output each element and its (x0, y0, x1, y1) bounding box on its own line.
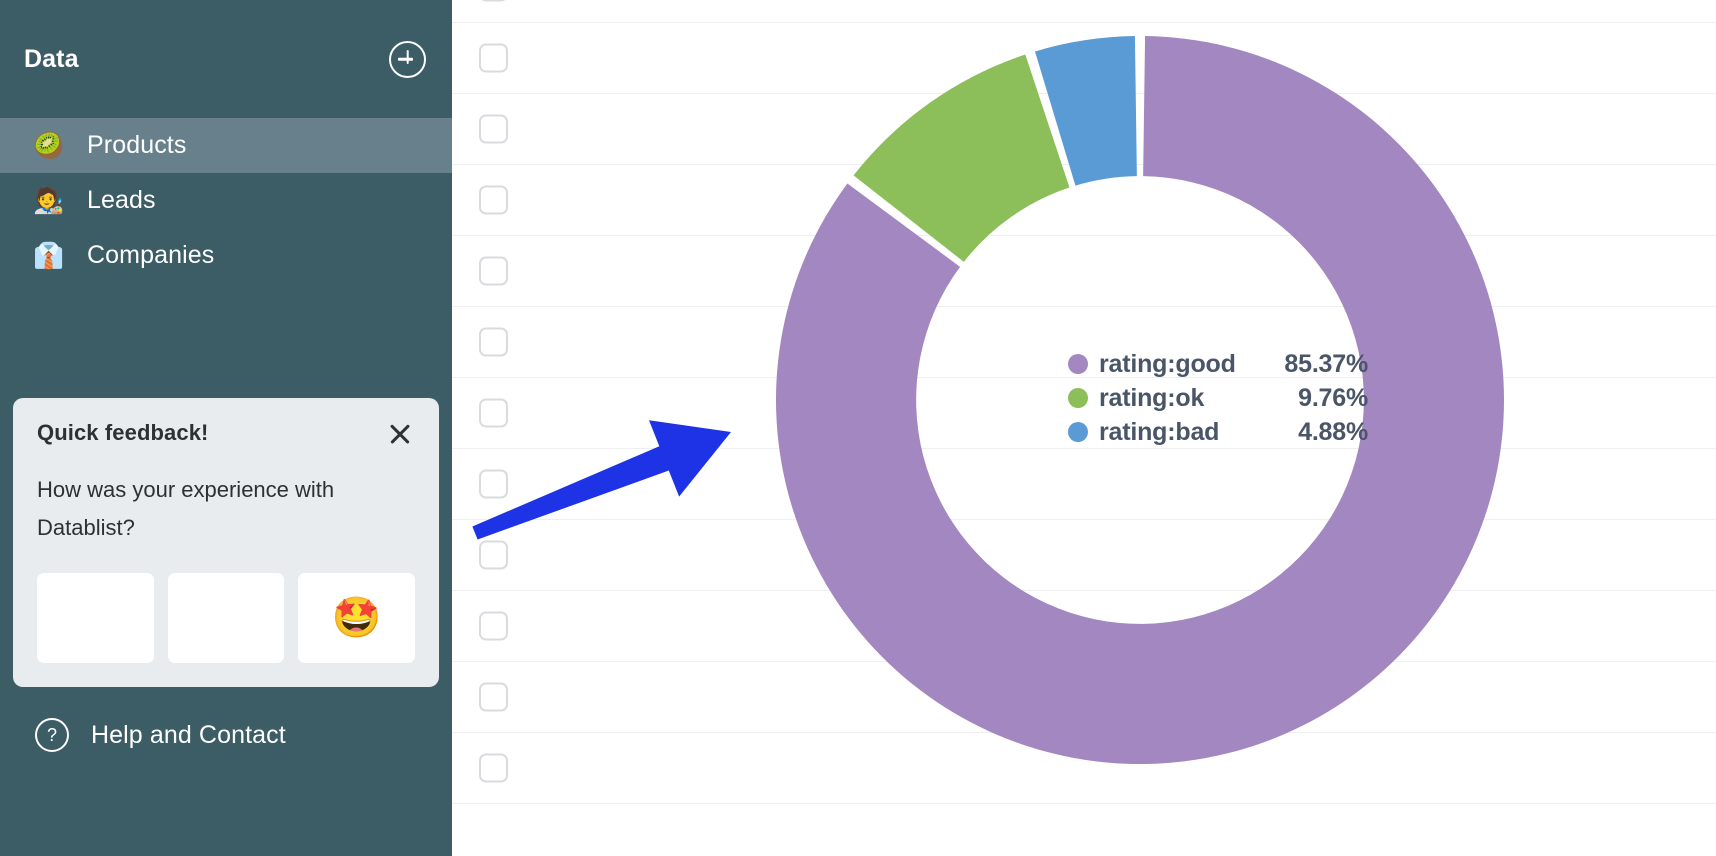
row-divider (1532, 803, 1716, 804)
row-select-checkbox[interactable] (479, 256, 508, 286)
sidebar-item-label: Products (87, 131, 187, 159)
row-select-checkbox[interactable] (479, 114, 508, 144)
table-row[interactable] (452, 94, 1716, 165)
quick-feedback-card: Quick feedback! How was your experience … (13, 398, 439, 687)
sidebar-header: Data (0, 0, 452, 118)
close-icon[interactable] (387, 421, 413, 447)
chart-legend: rating:good 85.37% rating:ok 9.76% ratin… (1068, 347, 1368, 449)
sidebar-item-emoji: 👔 (33, 241, 65, 270)
help-and-contact-button[interactable]: ? Help and Contact (0, 709, 452, 761)
legend-item: rating:bad 4.88% (1068, 415, 1368, 449)
feedback-title: Quick feedback! (37, 420, 209, 445)
sidebar-item-label: Leads (87, 186, 156, 214)
table-row[interactable] (452, 165, 1716, 236)
table-row[interactable] (452, 733, 1716, 804)
sidebar: Data 🥝 Products 🧑‍🎨 Leads 👔 Companies ? Help … (0, 0, 452, 856)
legend-label-ok: rating:ok (1099, 383, 1205, 412)
legend-label-good: rating:good (1099, 349, 1236, 378)
legend-value-good: 85.37% (1284, 349, 1368, 378)
table-row[interactable] (452, 236, 1716, 307)
legend-item: rating:good 85.37% (1068, 347, 1368, 381)
sidebar-nav: 🥝 Products 🧑‍🎨 Leads 👔 Companies (0, 118, 452, 283)
sidebar-item-emoji: 🥝 (33, 131, 65, 160)
row-select-checkbox[interactable] (479, 611, 508, 641)
row-select-checkbox[interactable] (479, 753, 508, 783)
sidebar-item-companies[interactable]: 👔 Companies (0, 228, 452, 283)
feedback-question: How was your experience with Datablist? (37, 477, 335, 540)
row-select-checkbox[interactable] (479, 185, 508, 215)
question-mark-icon: ? (35, 718, 69, 752)
feedback-option-neutral[interactable]: 😐 (167, 573, 285, 663)
feedback-options: 😫 😐 🤩 (37, 573, 416, 663)
legend-swatch-bad (1068, 422, 1088, 442)
row-select-checkbox[interactable] (479, 682, 508, 712)
sidebar-item-emoji: 🧑‍🎨 (33, 186, 65, 215)
row-select-checkbox[interactable] (479, 469, 508, 499)
row-select-checkbox[interactable] (479, 43, 508, 73)
table-row[interactable] (452, 591, 1716, 662)
legend-swatch-good (1068, 354, 1088, 374)
sidebar-title: Data (24, 44, 79, 73)
table-row[interactable] (452, 23, 1716, 94)
sidebar-item-label: Companies (87, 241, 215, 269)
feedback-option-negative[interactable]: 😫 (37, 573, 154, 663)
legend-swatch-ok (1068, 388, 1088, 408)
legend-label-bad: rating:bad (1099, 417, 1220, 446)
row-select-checkbox[interactable] (479, 398, 508, 428)
feedback-option-positive[interactable]: 🤩 (298, 573, 416, 663)
add-collection-button[interactable] (389, 40, 426, 78)
row-select-checkbox[interactable] (479, 0, 508, 2)
row-select-checkbox[interactable] (479, 327, 508, 357)
legend-item: rating:ok 9.76% (1068, 381, 1368, 415)
feedback-header: Quick feedback! (37, 420, 415, 447)
table-row[interactable] (452, 520, 1716, 591)
table-row[interactable] (452, 449, 1716, 520)
legend-value-ok: 9.76% (1298, 383, 1368, 412)
sidebar-item-leads[interactable]: 🧑‍🎨 Leads (0, 173, 452, 228)
table-row[interactable] (452, 0, 1716, 23)
table-row[interactable] (452, 662, 1716, 733)
row-select-checkbox[interactable] (479, 540, 508, 570)
legend-value-bad: 4.88% (1298, 417, 1368, 446)
help-and-contact-label: Help and Contact (91, 720, 286, 749)
sidebar-item-products[interactable]: 🥝 Products (0, 118, 452, 173)
app-root: rating:good 85.37% rating:ok 9.76% ratin… (0, 0, 1716, 856)
